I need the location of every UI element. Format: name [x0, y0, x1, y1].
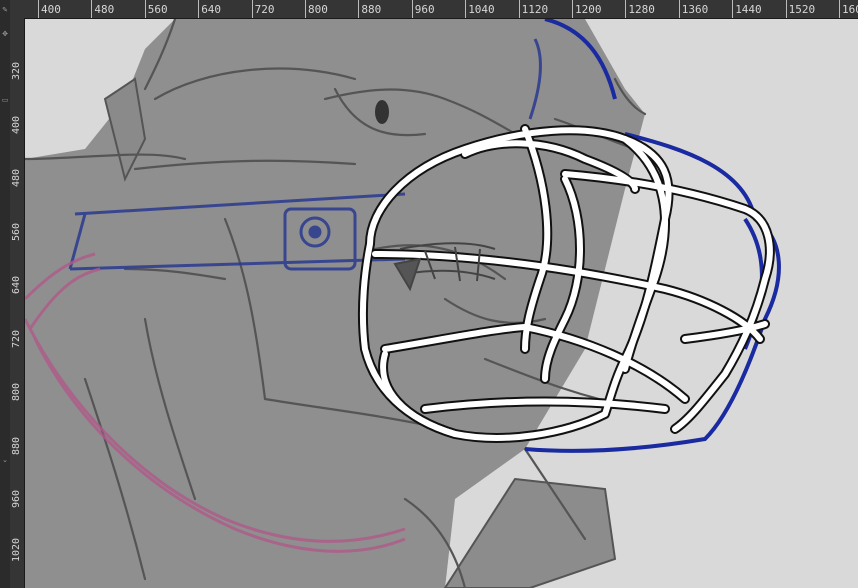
ruler-label: 1280 [628, 3, 655, 16]
ruler-label: 1520 [788, 3, 816, 16]
ruler-label: 480 [94, 3, 115, 16]
ruler-label: 1040 [468, 3, 495, 16]
ruler-tick-mark [38, 0, 39, 18]
ruler-label: 1200 [575, 3, 602, 16]
ruler-label: 720 [254, 3, 275, 16]
neck-fill [443, 477, 617, 588]
ruler-label: 1600 [842, 3, 858, 16]
ruler-tick-mark [411, 0, 413, 18]
ruler-label: 880 [11, 436, 22, 455]
ruler-tick-mark [91, 0, 93, 18]
ruler-label: 560 [11, 222, 22, 241]
horizontal-ruler[interactable]: 400 480 560 640 720 800 880 960 1040 1120 1200 1280… [10, 0, 858, 19]
eraser-tool-icon[interactable]: ▭ [1, 96, 9, 104]
ruler-tick-mark [732, 0, 734, 18]
artwork [25, 19, 781, 588]
ruler-tick-mark [518, 0, 520, 18]
ruler-label: 480 [11, 168, 22, 187]
move-tool-icon[interactable]: ✥ [1, 30, 9, 38]
drawing-canvas[interactable] [25, 19, 858, 588]
ruler-tick-mark [358, 0, 360, 18]
ruler-label: 800 [11, 382, 22, 401]
ruler-tick-mark [251, 0, 253, 18]
chevron-down-icon[interactable]: ⌄ [1, 456, 9, 464]
ruler-tick-mark [572, 0, 573, 18]
ruler-tick-mark [465, 0, 467, 18]
ruler-label: 1360 [681, 3, 709, 16]
ruler-label: 960 [414, 3, 435, 16]
ruler-tick-mark [678, 0, 680, 18]
ruler-label: 800 [308, 3, 328, 16]
ruler-label: 320 [11, 61, 22, 80]
ruler-label: 560 [147, 3, 168, 16]
ruler-tick-mark [198, 0, 200, 18]
ruler-label: 1440 [735, 3, 762, 16]
ruler-tick-mark [785, 0, 787, 18]
ruler-tick-mark [305, 0, 306, 18]
pen-tool-icon[interactable]: ✎ [1, 6, 9, 14]
ruler-label: 880 [361, 3, 382, 16]
ruler-label: 720 [11, 329, 22, 348]
ruler-label: 400 [11, 115, 22, 134]
ruler-tick-mark [839, 0, 840, 18]
eye [375, 100, 389, 124]
ruler-tick-mark [625, 0, 627, 18]
ruler-label: 400 [41, 3, 61, 16]
ruler-label: 1120 [521, 3, 549, 16]
vertical-ruler[interactable]: 320 400 480 560 640 720 800 880 960 1020 [10, 18, 25, 588]
ruler-tick-mark [144, 0, 146, 18]
ruler-label: 960 [11, 489, 22, 508]
ruler-label: 640 [11, 275, 22, 294]
ruler-label: 1020 [11, 537, 22, 562]
ruler-label: 640 [201, 3, 222, 16]
